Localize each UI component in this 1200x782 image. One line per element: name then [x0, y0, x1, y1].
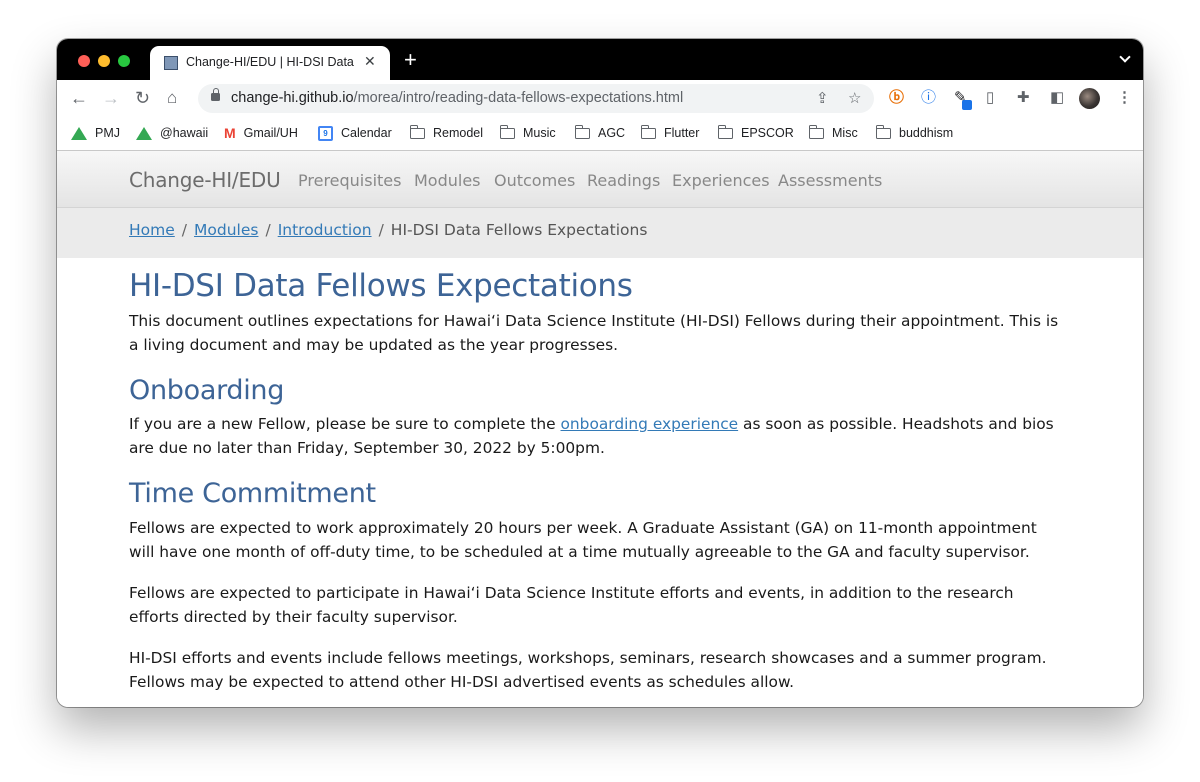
nav-prerequisites[interactable]: Prerequisites	[298, 171, 401, 190]
close-window-button[interactable]	[78, 55, 90, 67]
side-panel-icon[interactable]: ◧	[1050, 90, 1064, 106]
events-paragraph: HI-DSI efforts and events include fellow…	[129, 649, 1047, 691]
bookmark-pmj[interactable]: PMJ	[71, 125, 120, 141]
share-icon[interactable]: ⇪	[816, 89, 829, 107]
extension-color-swatch-icon	[962, 100, 972, 110]
folder-icon	[409, 124, 425, 139]
site-brand-link[interactable]: Change-HI/EDU	[129, 168, 281, 192]
browser-window: Change-HI/EDU | HI-DSI Data Fellows Expe…	[57, 39, 1143, 707]
main-content: HI-DSI Data Fellows Expectations This do…	[129, 258, 1064, 694]
extension-password-icon[interactable]: ⓘ	[921, 90, 936, 106]
browser-toolbar: ← → ↻ ⌂ change-hi.github.io/morea/intro/…	[57, 80, 1143, 117]
bookmark-folder-misc[interactable]: Misc	[808, 124, 858, 141]
extension-document-icon[interactable]: ▯	[986, 90, 994, 106]
onboarding-experience-link[interactable]: onboarding experience	[561, 415, 739, 433]
time-commitment-paragraph: Fellows are expected to work approximate…	[129, 519, 1037, 561]
bookmark-folder-flutter[interactable]: Flutter	[640, 124, 700, 141]
nav-assessments[interactable]: Assessments	[778, 171, 882, 190]
bookmark-folder-buddhism[interactable]: buddhism	[875, 124, 954, 141]
bookmark-label: Flutter	[664, 126, 700, 140]
folder-icon	[640, 124, 656, 139]
bookmark-label: PMJ	[95, 126, 120, 140]
forward-icon[interactable]: →	[102, 88, 120, 108]
bookmark-label: @hawaii	[160, 126, 209, 140]
bookmark-star-icon[interactable]: ☆	[848, 89, 861, 107]
url-text[interactable]: change-hi.github.io/morea/intro/reading-…	[231, 90, 683, 106]
tab-strip: Change-HI/EDU | HI-DSI Data Fellows Expe…	[57, 39, 1143, 80]
folder-icon	[499, 124, 515, 139]
bookmark-folder-agc[interactable]: AGC	[574, 124, 626, 141]
browser-tab[interactable]: Change-HI/EDU | HI-DSI Data Fellows Expe…	[150, 46, 390, 80]
onboarding-text-before: If you are a new Fellow, please be sure …	[129, 415, 561, 433]
nav-modules[interactable]: Modules	[414, 171, 481, 190]
intro-paragraph: This document outlines expectations for …	[129, 312, 1059, 354]
bookmark-label: buddhism	[899, 126, 954, 140]
bookmark-gmail-uh[interactable]: M Gmail/UH	[224, 125, 298, 141]
bookmark-label: Misc	[832, 126, 858, 140]
bookmark-label: Calendar	[341, 126, 392, 140]
zoom-window-button[interactable]	[118, 55, 130, 67]
folder-icon	[574, 124, 590, 139]
minimize-window-button[interactable]	[98, 55, 110, 67]
breadcrumb-home-link[interactable]: Home	[129, 221, 175, 239]
onboarding-paragraph: If you are a new Fellow, please be sure …	[129, 412, 1064, 460]
bookmark-label: Gmail/UH	[243, 126, 298, 140]
site-favicon-icon	[164, 56, 178, 70]
folder-icon	[717, 124, 733, 139]
bookmarks-bar: PMJ @hawaii M Gmail/UH 9 Calendar Remode…	[57, 117, 1143, 150]
bookmark-label: AGC	[598, 126, 626, 140]
breadcrumb-introduction-link[interactable]: Introduction	[278, 221, 372, 239]
breadcrumb-separator: /	[181, 221, 188, 239]
new-tab-icon[interactable]: +	[404, 49, 417, 71]
bookmark-folder-remodel[interactable]: Remodel	[409, 124, 484, 141]
onboarding-heading: Onboarding	[129, 375, 285, 406]
home-icon[interactable]: ⌂	[167, 88, 177, 108]
breadcrumb: Home / Modules / Introduction / HI-DSI Data Fe…	[57, 208, 1143, 258]
bookmark-label: EPSCOR	[741, 126, 794, 140]
nav-readings[interactable]: Readings	[587, 171, 660, 190]
nav-outcomes[interactable]: Outcomes	[494, 171, 575, 190]
folder-icon	[875, 124, 891, 139]
tab-search-chevron-icon[interactable]	[1119, 51, 1131, 63]
nav-experiences[interactable]: Experiences	[672, 171, 770, 190]
breadcrumb-modules-link[interactable]: Modules	[194, 221, 258, 239]
tab-title: Change-HI/EDU | HI-DSI Data Fellows Expe…	[186, 55, 358, 69]
back-icon[interactable]: ←	[70, 88, 88, 108]
bookmark-hawaii[interactable]: @hawaii	[136, 125, 208, 141]
breadcrumb-current: HI-DSI Data Fellows Expectations	[390, 221, 648, 239]
gmail-icon: M	[224, 125, 236, 141]
page-title: HI-DSI Data Fellows Expectations	[129, 268, 633, 304]
folder-icon	[808, 124, 824, 139]
participation-paragraph: Fellows are expected to participate in H…	[129, 584, 1014, 626]
extension-b-icon[interactable]: ⓑ	[889, 90, 904, 106]
bookmark-label: Remodel	[433, 126, 484, 140]
bookmark-folder-epscor[interactable]: EPSCOR	[717, 124, 794, 141]
breadcrumb-separator: /	[265, 221, 271, 239]
address-bar[interactable]: change-hi.github.io/morea/intro/reading-…	[198, 84, 874, 113]
calendar-icon: 9	[318, 125, 333, 141]
site-navbar: Change-HI/EDU Prerequisites Modules Outc…	[57, 150, 1143, 208]
close-tab-icon[interactable]: ✕	[364, 53, 376, 70]
menu-kebab-icon[interactable]: ⋮	[1117, 90, 1132, 106]
google-drive-icon	[136, 126, 152, 140]
bookmark-label: Music	[523, 126, 556, 140]
profile-avatar[interactable]	[1079, 88, 1100, 109]
time-commitment-heading: Time Commitment	[129, 478, 376, 509]
page-viewport: Change-HI/EDU Prerequisites Modules Outc…	[57, 150, 1143, 707]
lock-icon	[211, 88, 220, 101]
bookmark-folder-music[interactable]: Music	[499, 124, 556, 141]
breadcrumb-separator: /	[378, 221, 384, 239]
google-drive-icon	[71, 126, 87, 140]
extensions-puzzle-icon[interactable]: ✚	[1017, 90, 1030, 106]
reload-icon[interactable]: ↻	[135, 88, 150, 108]
bookmark-calendar[interactable]: 9 Calendar	[318, 125, 392, 141]
